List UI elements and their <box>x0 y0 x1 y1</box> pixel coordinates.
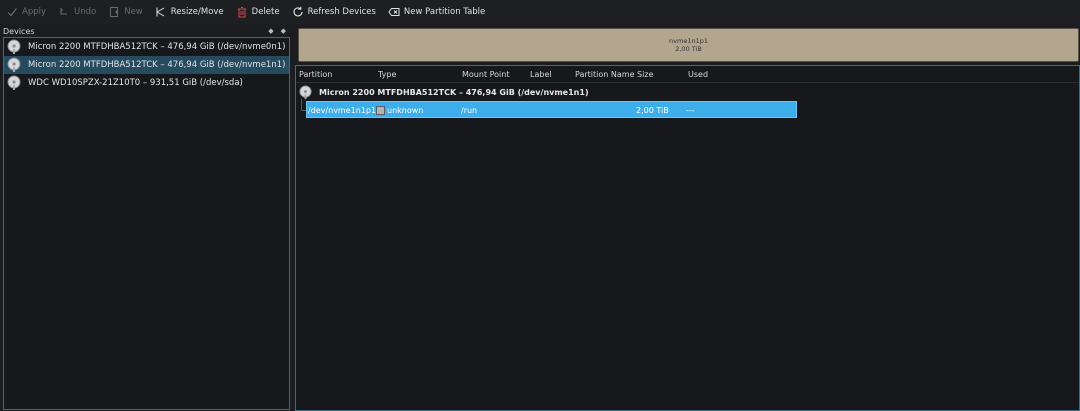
column-header-used[interactable]: Used <box>688 70 708 79</box>
column-header-partition[interactable]: Partition <box>299 70 332 79</box>
device-label: WDC WD10SPZX-21Z10T0 – 931,51 GiB (/dev/… <box>28 78 243 88</box>
devices-dock-header: Devices ◆ ◆ <box>3 26 290 36</box>
partition-tree: Partition Type Mount Point Label Partiti… <box>295 65 1080 411</box>
apply-button[interactable]: Apply <box>0 0 52 24</box>
partition-type: unknown <box>387 106 424 115</box>
resize-move-label: Resize/Move <box>170 7 224 17</box>
dock-close-icon[interactable]: ◆ <box>281 27 286 35</box>
partition-table-icon <box>388 8 400 16</box>
partition-size: 2,00 TiB <box>636 106 669 115</box>
partition-row-nvme1n1p1[interactable]: /dev/nvme1n1p1 unknown /run 2,00 TiB --- <box>306 101 797 118</box>
partition-used: --- <box>686 106 695 115</box>
dock-float-icon[interactable]: ◆ <box>268 27 273 35</box>
delete-label: Delete <box>251 7 280 17</box>
drive-icon <box>299 84 312 99</box>
partition-graphic-name: nvme1n1p1 <box>669 37 708 45</box>
device-item-sda[interactable]: WDC WD10SPZX-21Z10T0 – 931,51 GiB (/dev/… <box>4 74 289 92</box>
undo-button[interactable]: Undo <box>52 0 102 24</box>
apply-label: Apply <box>22 7 46 17</box>
partition-graphic-size: 2,00 TiB <box>675 45 702 53</box>
main-toolbar: Apply Undo New Resize/Move Delete Refres… <box>0 0 1080 24</box>
refresh-devices-button[interactable]: Refresh Devices <box>286 0 382 24</box>
check-icon <box>7 8 17 17</box>
device-label: Micron 2200 MTFDHBA512TCK – 476,94 GiB (… <box>28 42 286 52</box>
devices-list: Micron 2200 MTFDHBA512TCK – 476,94 GiB (… <box>3 37 290 410</box>
filesystem-color-swatch <box>376 106 385 115</box>
partition-path: /dev/nvme1n1p1 <box>308 106 377 115</box>
new-document-icon <box>110 7 119 17</box>
drive-icon <box>7 39 21 54</box>
drive-icon <box>7 75 21 90</box>
resize-icon <box>156 7 165 17</box>
delete-button[interactable]: Delete <box>230 0 286 24</box>
partition-tree-header: Partition Type Mount Point Label Partiti… <box>296 66 1079 83</box>
trash-icon <box>237 7 246 18</box>
new-label: New <box>124 7 143 17</box>
column-header-type[interactable]: Type <box>378 70 396 79</box>
undo-label: Undo <box>74 7 97 17</box>
new-button[interactable]: New <box>102 0 149 24</box>
refresh-devices-label: Refresh Devices <box>307 7 376 17</box>
devices-dock-title: Devices <box>3 26 35 36</box>
refresh-icon <box>293 6 303 17</box>
column-header-size[interactable]: Size <box>637 70 653 79</box>
partition-mount-point: /run <box>461 106 478 115</box>
column-header-mount-point[interactable]: Mount Point <box>462 70 509 79</box>
new-partition-table-label: New Partition Table <box>403 7 486 17</box>
tree-device-label: Micron 2200 MTFDHBA512TCK – 476,94 GiB (… <box>319 87 589 97</box>
device-label: Micron 2200 MTFDHBA512TCK – 476,94 GiB (… <box>28 60 286 70</box>
resize-move-button[interactable]: Resize/Move <box>149 0 230 24</box>
partition-graphic-nvme1n1p1[interactable]: nvme1n1p1 2,00 TiB <box>298 28 1079 62</box>
new-partition-table-button[interactable]: New Partition Table <box>382 0 491 24</box>
undo-icon <box>60 8 67 15</box>
device-item-nvme1n1[interactable]: Micron 2200 MTFDHBA512TCK – 476,94 GiB (… <box>4 56 289 74</box>
column-header-label[interactable]: Label <box>530 70 552 79</box>
column-header-partition-name[interactable]: Partition Name <box>575 70 634 79</box>
drive-icon <box>7 57 21 72</box>
device-item-nvme0n1[interactable]: Micron 2200 MTFDHBA512TCK – 476,94 GiB (… <box>4 38 289 56</box>
tree-device-row[interactable]: Micron 2200 MTFDHBA512TCK – 476,94 GiB (… <box>298 84 589 100</box>
